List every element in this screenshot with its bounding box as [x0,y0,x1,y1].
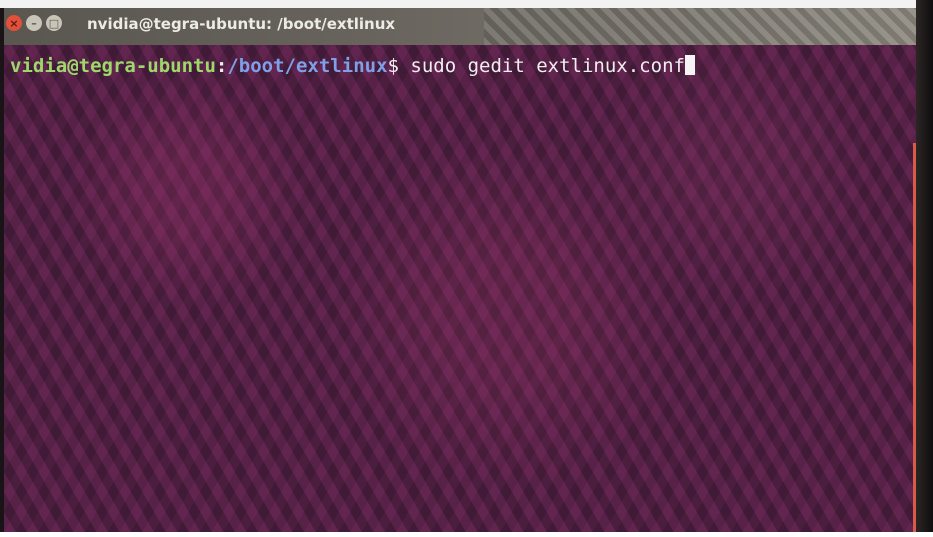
prompt-symbol: $ [387,55,399,77]
maximize-icon[interactable]: □ [46,15,62,31]
monitor-bezel-bottom [0,532,933,537]
title-bar[interactable]: × – □ nvidia@tegra-ubuntu: /boot/extlinu… [4,8,916,45]
prompt-path: /boot/extlinux [227,55,388,77]
terminal-body[interactable]: vidia@tegra-ubuntu:/boot/extlinux$ sudo … [4,45,916,532]
close-icon[interactable]: × [6,15,22,31]
window-title: nvidia@tegra-ubuntu: /boot/extlinux [87,15,396,33]
text-cursor [684,55,695,75]
prompt-separator: : [215,55,228,77]
prompt-user-host: vidia@tegra-ubuntu [10,55,216,77]
screen-photo: × – □ nvidia@tegra-ubuntu: /boot/extlinu… [0,0,933,537]
monitor-bezel-top [0,0,933,8]
minimize-icon[interactable]: – [26,15,42,31]
terminal-window: × – □ nvidia@tegra-ubuntu: /boot/extlinu… [4,8,916,532]
monitor-bezel-right [916,0,933,537]
command-line[interactable]: vidia@tegra-ubuntu:/boot/extlinux$ sudo … [10,55,695,77]
typed-command: sudo gedit extlinux.conf [398,55,685,77]
